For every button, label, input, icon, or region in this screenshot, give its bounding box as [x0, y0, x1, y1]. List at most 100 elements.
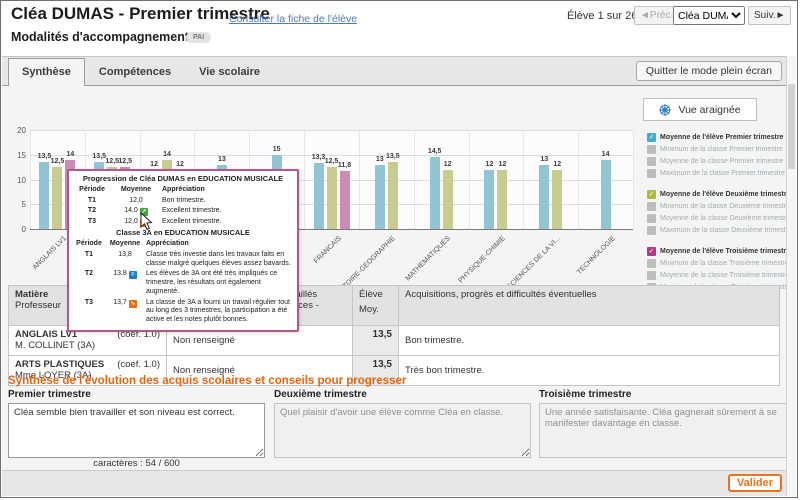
horizontal-gridline — [30, 130, 633, 131]
bar-value-label: 14 — [591, 151, 621, 158]
synthesis-textarea-1[interactable] — [8, 403, 265, 458]
tooltip-table: PériodeMoyenneAppréciationT112,0Bon trim… — [74, 185, 292, 229]
y-axis-tick-label: 0 — [4, 225, 26, 234]
bar-sciences-de-la-vi-[interactable] — [552, 170, 562, 229]
legend-label: Moyenne de la classe Premier trimestre — [660, 158, 783, 165]
vertical-scrollbar[interactable] — [786, 56, 796, 496]
legend-label: Moyenne de la classe Troisième trimestre — [660, 272, 789, 279]
tooltip-appreciation: Classe très investie dans les travaux fa… — [146, 250, 292, 270]
bar-anglais-lv1[interactable] — [39, 162, 49, 229]
bar-value-label: 12 — [165, 161, 195, 168]
tooltip-section-title: Progression de Cléa DUMAS en EDUCATION M… — [74, 174, 292, 184]
chart-tooltip: Progression de Cléa DUMAS en EDUCATION M… — [67, 169, 299, 332]
tooltip-appreciation: Excellent trimestre. — [162, 206, 292, 217]
student-select[interactable]: Cléa DUMAS — [673, 6, 745, 25]
matiere-name: ARTS PLASTIQUES — [15, 359, 104, 370]
tab-comp-tences[interactable]: Compétences — [85, 58, 185, 86]
legend-item-class-stat[interactable]: Minimum de la classe Premier trimestre — [647, 143, 787, 155]
synthesis-column-label: Premier trimestre — [8, 389, 265, 400]
scrollbar-thumb[interactable] — [788, 84, 795, 169]
checked-checkbox-icon: ✓ — [647, 247, 656, 256]
bar-histoire-geographie[interactable] — [375, 165, 385, 229]
legend-item-student-average[interactable]: ✓Moyenne de l'élève Deuxième trimestre — [647, 188, 787, 200]
bar-histoire-geographie[interactable] — [388, 162, 398, 229]
tooltip-period: T3 — [74, 217, 110, 228]
synthesis-column-2: Deuxième trimestre — [274, 389, 531, 463]
student-file-link[interactable]: Consulter la fiche de l'élève — [229, 13, 357, 25]
bar-francais[interactable] — [340, 171, 350, 229]
synthesis-textarea-2 — [274, 403, 531, 458]
unchecked-checkbox-icon — [647, 157, 656, 166]
tooltip-average: 12,0 — [110, 196, 162, 207]
y-axis-tick-label: 5 — [4, 200, 26, 209]
cell-acquisitions[interactable]: Très bon trimestre. — [399, 356, 780, 386]
legend-item-class-stat[interactable]: Moyenne de la classe Troisième trimestre — [647, 269, 787, 281]
legend-item-class-stat[interactable]: Minimum de la classe Deuxième trimestre — [647, 200, 787, 212]
legend-item-class-stat[interactable]: Moyenne de la classe Deuxième trimestre — [647, 212, 787, 224]
trend-down-icon: ↘ — [129, 300, 137, 308]
legend-label: Maximum de la classe Premier trimestre — [660, 170, 785, 177]
validate-button[interactable]: Valider — [728, 474, 782, 492]
synthesis-textarea-3 — [539, 403, 796, 458]
synthesis-column-label: Troisième trimestre — [539, 389, 796, 400]
bar-technologie[interactable] — [601, 160, 611, 229]
legend-group: ✓Moyenne de l'élève Premier trimestre Min… — [647, 131, 787, 179]
tab-synth-se[interactable]: Synthèse — [8, 58, 85, 86]
bar-value-label: 14,5 — [420, 148, 450, 155]
bar-physique-chimie[interactable] — [484, 170, 494, 229]
tooltip-period: T2 — [74, 269, 104, 297]
tab-vie-scolaire[interactable]: Vie scolaire — [185, 58, 274, 86]
bar-mathematiques[interactable] — [443, 170, 453, 229]
y-axis-tick-label: 15 — [4, 151, 26, 160]
character-counter: caractères : 54 / 600 — [8, 458, 265, 469]
exit-fullscreen-button[interactable]: Quitter le mode plein écran — [636, 61, 782, 81]
legend-label: Moyenne de l'élève Premier trimestre — [660, 134, 783, 141]
tooltip-average: 13,8= — [104, 269, 146, 297]
bar-value-label: 13 — [207, 156, 237, 163]
next-student-button[interactable]: Suiv.► — [748, 6, 791, 25]
tooltip-column-header: Moyenne — [104, 239, 146, 250]
tooltip-column-header: Moyenne — [110, 185, 162, 196]
bar-francais[interactable] — [327, 167, 337, 229]
bar-value-label: 14 — [55, 151, 85, 158]
tooltip-average: 13,7↘ — [104, 298, 146, 326]
bar-sciences-de-la-vi-[interactable] — [539, 165, 549, 229]
bar-value-label: 12 — [542, 161, 572, 168]
tooltip-period: T1 — [74, 250, 104, 270]
bar-value-label: 12,5 — [110, 158, 140, 165]
legend-item-student-average[interactable]: ✓Moyenne de l'élève Premier trimestre — [647, 131, 787, 143]
legend-label: Minimum de la classe Premier trimestre — [660, 146, 783, 153]
student-counter: Élève 1 sur 26 — [567, 10, 637, 22]
checked-checkbox-icon: ✓ — [647, 190, 656, 199]
y-axis-tick-label: 20 — [4, 126, 26, 135]
cell-acquisitions[interactable]: Bon trimestre. — [399, 326, 780, 356]
legend-label: Moyenne de l'élève Troisième trimestre — [660, 248, 790, 255]
table-header-cell: ÉlèveMoy. — [353, 286, 399, 326]
legend-item-class-stat[interactable]: Maximum de la classe Premier trimestre — [647, 167, 787, 179]
bar-francais[interactable] — [314, 163, 324, 229]
legend-label: Moyenne de la classe Deuxième trimestre — [660, 215, 790, 222]
professeur-name: M. COLLINET (3A) — [15, 340, 160, 351]
vertical-gridline — [633, 130, 634, 229]
synthesis-heading: Synthèse de l'évolution des acquis scola… — [8, 375, 406, 387]
unchecked-checkbox-icon — [647, 259, 656, 268]
bar-anglais-lv1[interactable] — [52, 167, 62, 229]
legend-item-class-stat[interactable]: Minimum de la classe Troisième trimestre — [647, 257, 787, 269]
y-axis-tick-label: 10 — [4, 176, 26, 185]
legend-item-student-average[interactable]: ✓ Moyenne de l'élève Troisième trimestre — [647, 245, 787, 257]
bar-physique-chimie[interactable] — [497, 170, 507, 229]
legend-item-class-stat[interactable]: Moyenne de la classe Premier trimestre — [647, 155, 787, 167]
matiere-coef: (coef. 1.0) — [117, 359, 160, 370]
bar-mathematiques[interactable] — [430, 157, 440, 229]
main-panel: SynthèseCompétencesVie scolaire Quitter … — [2, 56, 788, 496]
bar-value-label: 12 — [433, 161, 463, 168]
legend-item-class-stat[interactable]: Maximum de la classe Deuxième trimestre — [647, 224, 787, 236]
tooltip-appreciation: Bon trimestre. — [162, 196, 292, 207]
trend-equal-icon: = — [129, 271, 137, 279]
tooltip-period: T3 — [74, 298, 104, 326]
unchecked-checkbox-icon — [647, 202, 656, 211]
bar-value-label: 14 — [152, 151, 182, 158]
legend-group: ✓Moyenne de l'élève Deuxième trimestreMi… — [647, 188, 787, 236]
app-window: Cléa DUMAS - Premier trimestre Consulter… — [0, 0, 798, 498]
tooltip-appreciation: Excellent trimestre. — [162, 217, 292, 228]
